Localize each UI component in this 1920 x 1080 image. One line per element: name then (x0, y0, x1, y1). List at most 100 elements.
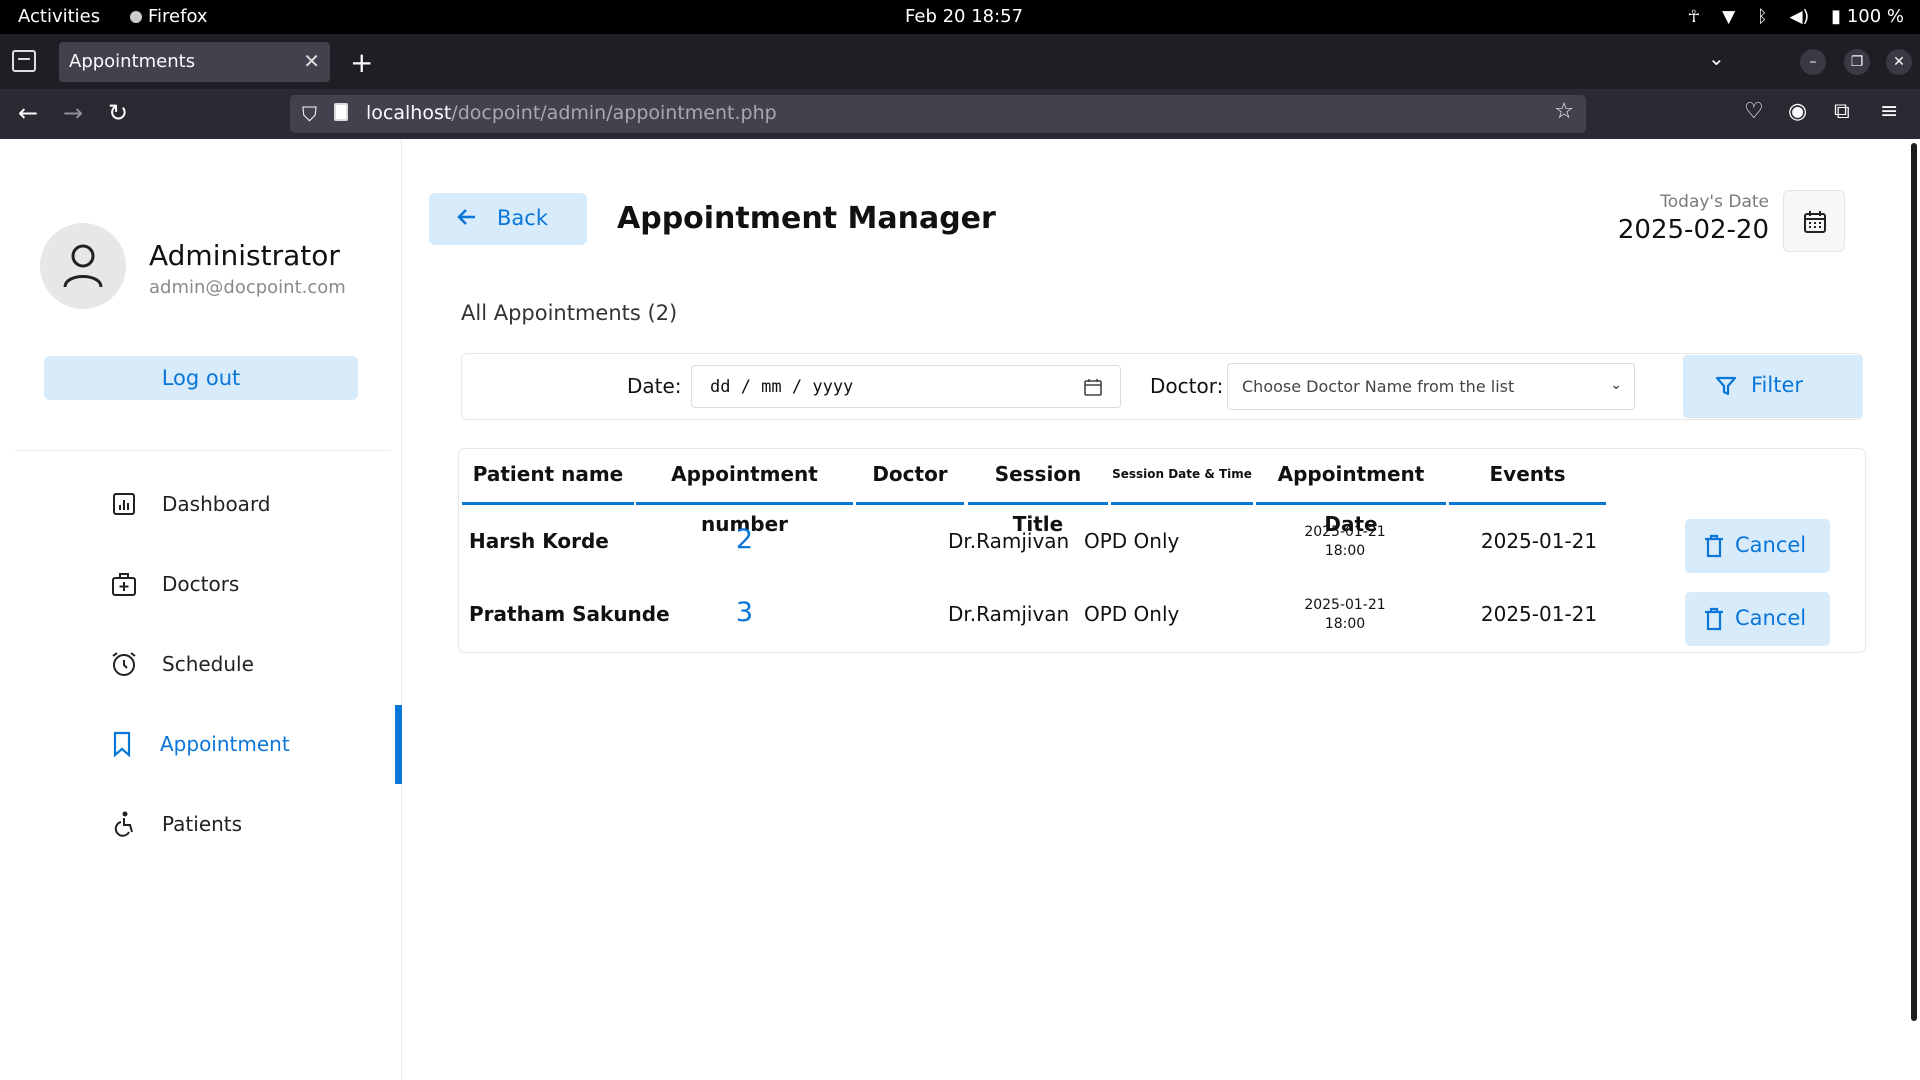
session-date-time-cell: 2025-01-21 18:00 (1259, 523, 1431, 561)
doctor-filter-label: Doctor: (1150, 374, 1224, 398)
patients-icon (114, 811, 133, 837)
list-tabs-chevron-icon[interactable]: ⌄ (1708, 46, 1725, 70)
sidebar-item-schedule[interactable]: Schedule (110, 644, 390, 684)
sidebar-item-dashboard[interactable]: Dashboard (110, 484, 390, 524)
sidebar-item-patients[interactable]: Patients (110, 804, 390, 844)
session-title-cell: OPD Only (1084, 529, 1180, 553)
sidebar-item-label: Appointment (160, 732, 290, 756)
sidebar-item-label: Dashboard (162, 492, 271, 516)
accessibility-icon[interactable]: ☥ (1687, 7, 1700, 27)
doctor-select-placeholder: Choose Doctor Name from the list (1242, 377, 1515, 396)
back-button[interactable]: Back (429, 193, 587, 245)
session-date-time-cell: 2025-01-21 18:00 (1259, 596, 1431, 634)
tab-appointments[interactable]: Appointments ✕ (59, 42, 330, 82)
appointment-date-cell: 2025-01-21 (1480, 529, 1598, 553)
column-header-session-title: Session Title (968, 449, 1108, 536)
cancel-button-label: Cancel (1735, 606, 1807, 630)
firefox-icon (130, 11, 142, 23)
volume-icon[interactable]: ◀) (1789, 7, 1809, 27)
column-header-appointment-number: Appointment number (636, 449, 853, 536)
arrow-left-icon (457, 209, 475, 225)
activities-button[interactable]: Activities (18, 6, 100, 27)
new-tab-icon[interactable]: + (350, 46, 373, 79)
date-filter-label: Date: (627, 374, 682, 398)
system-tray[interactable]: ☥ ▼ ᛒ ◀) ▮ 100 % (1687, 6, 1904, 27)
calendar-button[interactable] (1783, 190, 1845, 252)
calendar-icon (1804, 211, 1826, 233)
sidebar-item-label: Schedule (162, 652, 254, 676)
close-window-icon[interactable]: ✕ (1886, 49, 1912, 75)
cancel-appointment-button[interactable]: Cancel (1685, 592, 1830, 646)
url-text[interactable]: localhost/docpoint/admin/appointment.php (366, 102, 777, 124)
session-title-cell: OPD Only (1084, 602, 1180, 626)
session-date: 2025-01-21 (1304, 597, 1386, 613)
page-info-icon[interactable] (334, 103, 348, 121)
admin-email: admin@docpoint.com (149, 277, 346, 298)
reload-icon[interactable]: ↻ (108, 99, 128, 127)
page-scrollbar[interactable] (1911, 143, 1917, 1021)
tab-strip: Appointments ✕ + ⌄ – ❐ ✕ (0, 34, 1920, 89)
filter-icon (1715, 376, 1737, 396)
trash-icon (1705, 607, 1723, 631)
sidebar: Administrator admin@docpoint.com Log out… (0, 139, 402, 1080)
back-nav-icon[interactable]: ← (18, 99, 38, 127)
system-top-bar: Activities Firefox Feb 20 18:57 ☥ ▼ ᛒ ◀)… (0, 0, 1920, 34)
cancel-button-label: Cancel (1735, 533, 1807, 557)
back-button-label: Back (497, 206, 548, 230)
session-date: 2025-01-21 (1304, 524, 1386, 540)
main-content: Back Appointment Manager Today's Date 20… (402, 139, 1920, 1080)
date-filter-input[interactable]: dd / mm / yyyy (691, 365, 1121, 408)
url-host: localhost (366, 102, 452, 124)
forward-nav-icon[interactable]: → (63, 99, 83, 127)
sidebar-item-appointment[interactable]: Appointment (108, 724, 388, 764)
wifi-icon[interactable]: ▼ (1722, 7, 1735, 27)
battery-indicator[interactable]: ▮ 100 % (1831, 6, 1904, 27)
firefox-view-icon[interactable] (12, 50, 36, 72)
url-bar[interactable]: ⛉ localhost/docpoint/admin/appointment.p… (290, 95, 1586, 133)
session-time: 18:00 (1324, 543, 1366, 559)
doctors-icon (112, 573, 136, 596)
dashboard-icon (113, 493, 135, 515)
filter-button-label: Filter (1751, 373, 1804, 397)
menu-icon[interactable]: ≡ (1880, 99, 1898, 124)
minimize-icon[interactable]: – (1800, 49, 1826, 75)
bluetooth-icon[interactable]: ᛒ (1757, 7, 1767, 27)
appointments-table: Patient name Appointment number Doctor S… (458, 448, 1866, 653)
sidebar-item-doctors[interactable]: Doctors (110, 564, 390, 604)
date-picker-icon[interactable] (1084, 378, 1102, 396)
schedule-icon (112, 652, 136, 676)
cancel-appointment-button[interactable]: Cancel (1685, 519, 1830, 573)
column-header-session-date-time: Session Date & Time (1111, 449, 1253, 505)
doctor-cell: Dr.Ramjivan (948, 529, 1070, 553)
appointment-number-cell: 2 (735, 524, 754, 555)
column-header-events: Events (1449, 449, 1606, 505)
app-menu[interactable]: Firefox (130, 6, 208, 27)
doctor-cell: Dr.Ramjivan (948, 602, 1070, 626)
appointment-date-cell: 2025-01-21 (1480, 602, 1598, 626)
pocket-icon[interactable]: ♡ (1744, 99, 1764, 124)
active-indicator (395, 705, 402, 784)
date-placeholder: dd / mm / yyyy (710, 377, 854, 397)
avatar (40, 223, 126, 309)
battery-icon: ▮ (1831, 6, 1842, 27)
extensions-icon[interactable]: ⧉ (1834, 99, 1850, 124)
shield-icon[interactable]: ⛉ (302, 102, 317, 126)
account-icon[interactable]: ◉ (1788, 99, 1807, 124)
today-date-label: Today's Date (1660, 192, 1769, 212)
close-tab-icon[interactable]: ✕ (303, 49, 320, 73)
user-icon (63, 244, 103, 288)
patient-name-cell: Harsh Korde (469, 529, 609, 553)
column-header-appointment-date: Appointment Date (1256, 449, 1446, 536)
navigation-toolbar: ← → ↻ ⛉ localhost/docpoint/admin/appoint… (0, 89, 1920, 139)
filter-bar: Date: dd / mm / yyyy Doctor: Choose Doct… (461, 353, 1863, 420)
logout-button[interactable]: Log out (44, 356, 358, 400)
bookmark-star-icon[interactable]: ☆ (1554, 99, 1574, 124)
restore-icon[interactable]: ❐ (1844, 49, 1870, 75)
doctor-select[interactable]: Choose Doctor Name from the list ⌄ (1227, 363, 1635, 410)
sidebar-item-label: Doctors (162, 572, 240, 596)
divider (14, 450, 390, 451)
battery-level: 100 % (1846, 6, 1904, 27)
filter-button[interactable]: Filter (1683, 355, 1863, 418)
appointment-number-cell: 3 (735, 597, 754, 628)
clock[interactable]: Feb 20 18:57 (905, 6, 1023, 27)
